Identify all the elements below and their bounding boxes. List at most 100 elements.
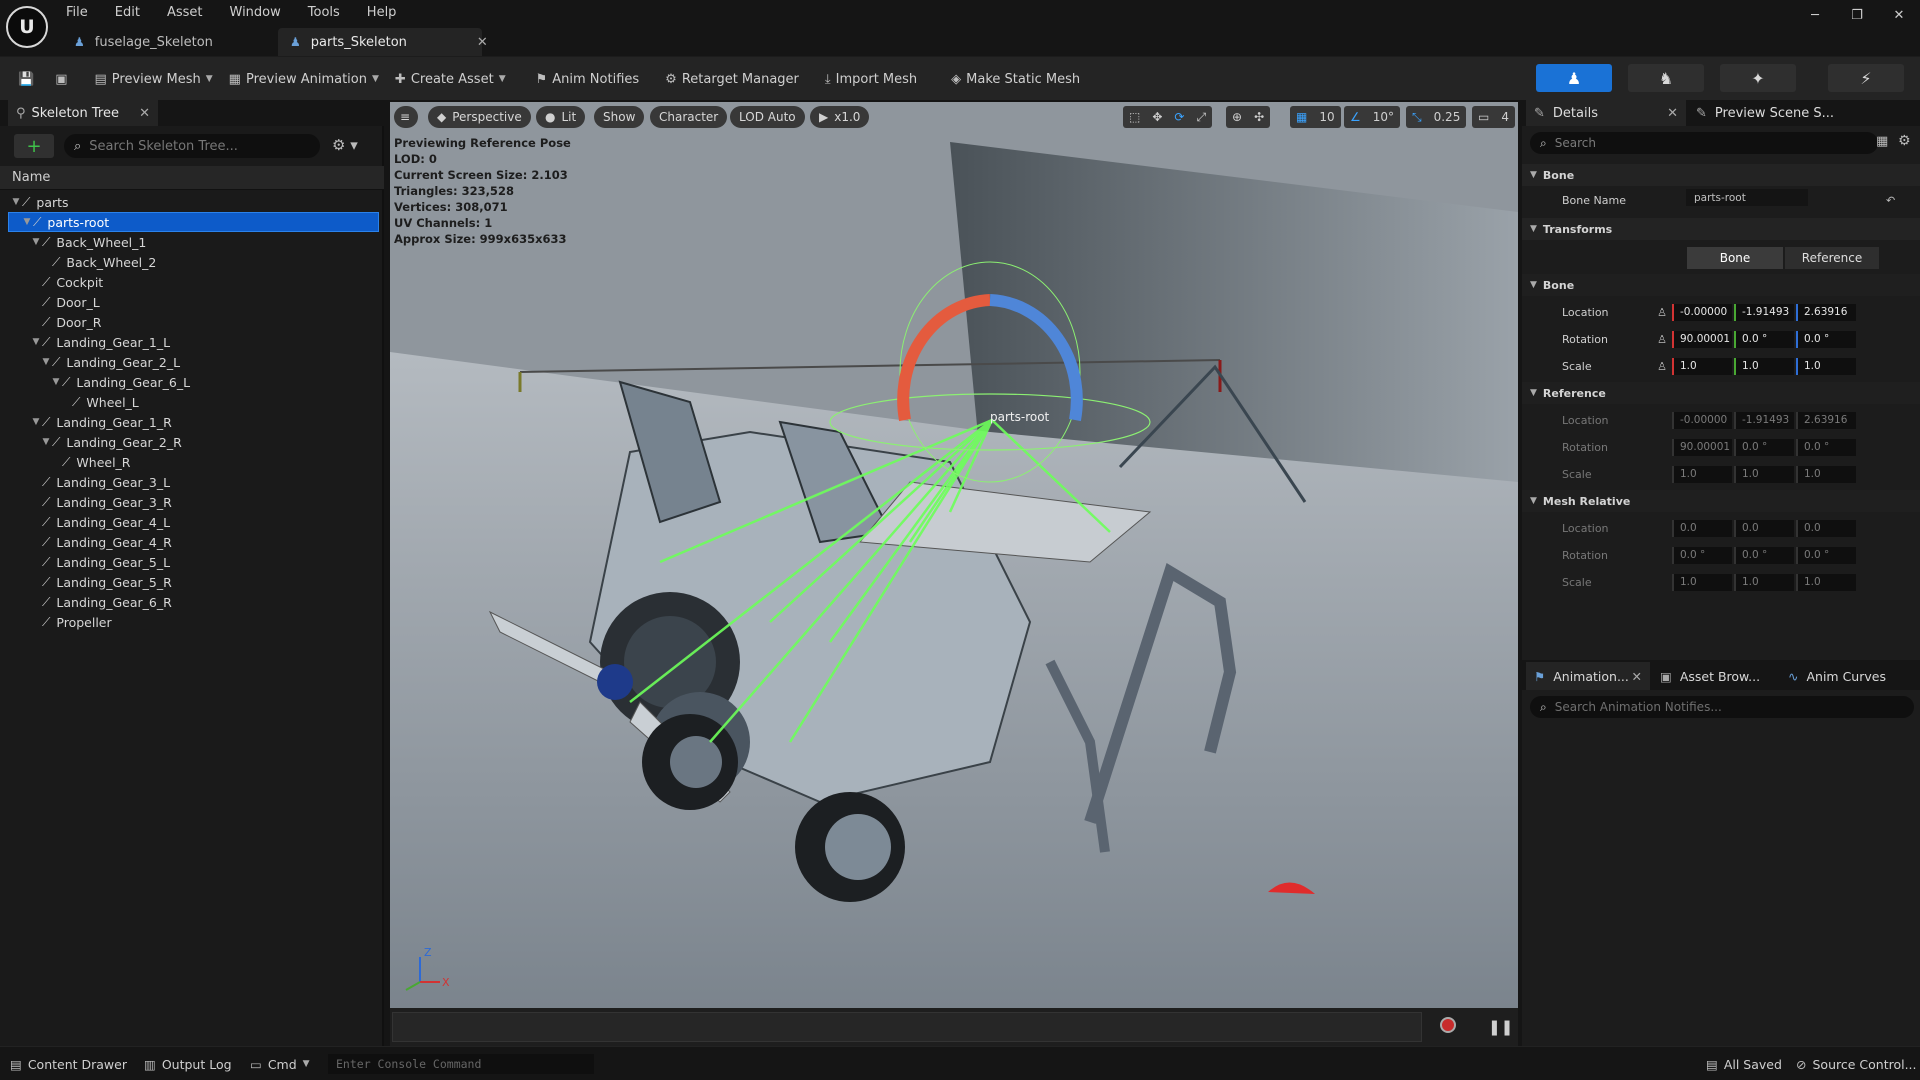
create-asset-button[interactable]: ✚ Create Asset ▼ [387, 57, 514, 101]
transforms-section[interactable]: ▼ Transforms [1522, 218, 1920, 240]
location-y-field[interactable]: -1.91493 [1734, 303, 1794, 321]
anim-notifies-button[interactable]: ⚑ Anim Notifies [528, 57, 648, 101]
axis-icon[interactable]: ♙ [1652, 360, 1672, 373]
timeline-scrubber[interactable] [392, 1012, 1422, 1042]
restore-icon[interactable]: ❐ [1836, 0, 1878, 32]
mesh-relative-section[interactable]: ▼ Mesh Relative [1522, 490, 1920, 512]
location-x-field[interactable]: -0.00000 [1672, 303, 1732, 321]
view-options-icon[interactable]: ▦ [1876, 134, 1888, 149]
close-icon[interactable]: ✕ [139, 106, 150, 121]
bone-row[interactable]: ⟋ Landing_Gear_4_R [0, 532, 384, 552]
expand-arrow-icon[interactable]: ▼ [21, 217, 33, 227]
location-z-field[interactable]: 2.63916 [1796, 303, 1856, 321]
menu-asset[interactable]: Asset [167, 5, 203, 20]
expand-arrow-icon[interactable]: ▼ [40, 357, 52, 367]
bone-row[interactable]: ⟋ Door_R [0, 312, 384, 332]
surface-snap-icon[interactable]: ✣ [1248, 110, 1270, 124]
preview-animation-button[interactable]: ▦ Preview Animation ▼ [221, 57, 387, 101]
details-search-input[interactable]: ⌕ Search [1530, 132, 1878, 154]
expand-arrow-icon[interactable]: ▼ [30, 417, 42, 427]
skeleton-tree-tab[interactable]: ⚲ Skeleton Tree ✕ [8, 100, 158, 126]
minimize-icon[interactable]: ─ [1794, 0, 1836, 32]
browse-button[interactable]: ▣ [47, 57, 80, 101]
close-icon[interactable]: ✕ [1667, 106, 1678, 121]
bone-row[interactable]: ⟋ Wheel_L [0, 392, 384, 412]
bone-row[interactable]: ⟋ Landing_Gear_5_L [0, 552, 384, 572]
bone-name-field[interactable]: parts-root [1686, 189, 1808, 206]
bone-row[interactable]: ▼ ⟋ parts-root [8, 212, 379, 232]
show-button[interactable]: Show [594, 106, 645, 128]
mesh-mode-button[interactable]: ♞ [1628, 64, 1704, 92]
perspective-button[interactable]: ◆ Perspective [428, 106, 531, 128]
axis-icon[interactable]: ♙ [1652, 333, 1672, 346]
details-tab[interactable]: ✎ Details ✕ [1526, 100, 1686, 126]
menu-file[interactable]: File [66, 5, 88, 20]
scale-z-field[interactable]: 1.0 [1796, 357, 1856, 375]
save-button[interactable]: 💾 [10, 57, 47, 101]
rotation-z-field[interactable]: 0.0 ° [1796, 330, 1856, 348]
skeleton-search-input[interactable]: ⌕ Search Skeleton Tree... [64, 134, 320, 158]
bone-row[interactable]: ⟋ Landing_Gear_3_L [0, 472, 384, 492]
play-rate-button[interactable]: ▶ x1.0 [810, 106, 870, 128]
console-input[interactable]: Enter Console Command [328, 1054, 594, 1074]
make-static-mesh-button[interactable]: ◈ Make Static Mesh [943, 57, 1088, 101]
name-column-header[interactable]: Name [0, 166, 384, 190]
notifies-search-input[interactable]: ⌕ Search Animation Notifies... [1530, 696, 1914, 718]
reset-icon[interactable]: ↶ [1886, 194, 1895, 207]
bone-row[interactable]: ⟋ Landing_Gear_5_R [0, 572, 384, 592]
rotate-icon[interactable]: ⟳ [1168, 110, 1190, 124]
retarget-manager-button[interactable]: ⚙ Retarget Manager [657, 57, 807, 101]
scale-icon[interactable]: ⤢ [1190, 110, 1212, 125]
preview-mesh-button[interactable]: ▤ Preview Mesh ▼ [86, 57, 220, 101]
bone-row[interactable]: ⟋ Propeller [0, 612, 384, 632]
tab-parts-skeleton[interactable]: ♟ parts_Skeleton ✕ [278, 28, 488, 56]
scale-x-field[interactable]: 1.0 [1672, 357, 1732, 375]
output-log-button[interactable]: ▥ Output Log [144, 1047, 232, 1080]
select-icon[interactable]: ⬚ [1123, 110, 1146, 124]
bone-transform-section[interactable]: ▼ Bone [1522, 274, 1920, 296]
expand-arrow-icon[interactable]: ▼ [10, 197, 22, 207]
content-drawer-button[interactable]: ▤ Content Drawer [10, 1047, 127, 1080]
bone-row[interactable]: ⟋ Landing_Gear_3_R [0, 492, 384, 512]
rotation-y-field[interactable]: 0.0 ° [1734, 330, 1794, 348]
bone-row[interactable]: ⟋ Door_L [0, 292, 384, 312]
viewport-menu-button[interactable]: ≡ [394, 106, 418, 128]
menu-help[interactable]: Help [367, 5, 397, 20]
bone-row[interactable]: ▼ ⟋ parts [0, 192, 384, 212]
lit-button[interactable]: ● Lit [536, 106, 586, 128]
bone-row[interactable]: ▼ ⟋ Landing_Gear_1_L [0, 332, 384, 352]
pause-icon[interactable]: ❚❚ [1488, 1018, 1513, 1036]
grid-snap-button[interactable]: ▦ 10 [1290, 106, 1341, 128]
preview-viewport[interactable]: Z X parts-root ≡ ◆ Perspective ● Lit Show … [390, 102, 1518, 1008]
rotation-x-field[interactable]: 90.00001 [1672, 330, 1732, 348]
close-icon[interactable]: ✕ [477, 35, 488, 50]
bone-row[interactable]: ⟋ Back_Wheel_2 [0, 252, 384, 272]
expand-arrow-icon[interactable]: ▼ [40, 437, 52, 447]
menu-tools[interactable]: Tools [308, 5, 340, 20]
expand-arrow-icon[interactable]: ▼ [30, 237, 42, 247]
add-bone-button[interactable]: + [14, 134, 54, 158]
scale-y-field[interactable]: 1.0 [1734, 357, 1794, 375]
tab-fuselage-skeleton[interactable]: ♟ fuselage_Skeleton [62, 28, 272, 56]
bone-toggle-button[interactable]: Bone [1687, 247, 1783, 269]
menu-edit[interactable]: Edit [115, 5, 140, 20]
bone-section[interactable]: ▼ Bone [1522, 164, 1920, 186]
bone-row[interactable]: ⟋ Wheel_R [0, 452, 384, 472]
tab-animation-notifies[interactable]: ⚑ Animation... ✕ [1526, 662, 1650, 690]
unreal-logo[interactable]: U [6, 6, 48, 48]
bone-row[interactable]: ⟋ Cockpit [0, 272, 384, 292]
close-window-icon[interactable]: ✕ [1878, 0, 1920, 32]
expand-arrow-icon[interactable]: ▼ [30, 337, 42, 347]
translate-icon[interactable]: ✥ [1146, 110, 1168, 124]
reference-toggle-button[interactable]: Reference [1785, 247, 1879, 269]
axis-icon[interactable]: ♙ [1652, 306, 1672, 319]
world-local-icon[interactable]: ⊕ [1226, 110, 1248, 124]
tab-asset-browser[interactable]: ▣ Asset Brow... [1652, 662, 1776, 690]
close-icon[interactable]: ✕ [1632, 669, 1642, 684]
cmd-dropdown[interactable]: ▭ Cmd ▼ [250, 1047, 310, 1080]
bone-row[interactable]: ▼ ⟋ Landing_Gear_6_L [0, 372, 384, 392]
source-control-button[interactable]: ⊘ Source Control... [1796, 1047, 1917, 1080]
scale-snap-button[interactable]: ⤡ 0.25 [1406, 106, 1467, 128]
preview-scene-tab[interactable]: ✎ Preview Scene S... [1688, 100, 1848, 126]
blueprint-mode-button[interactable]: ⚡ [1828, 64, 1904, 92]
